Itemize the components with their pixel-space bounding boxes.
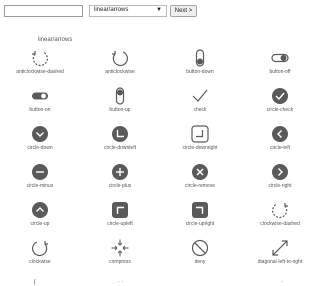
icon-tile-circle-remove[interactable]: circle-remove	[160, 162, 240, 189]
icon-label: circle-downright	[182, 145, 218, 151]
icon-tile-circle-upleft[interactable]: circle-upleft	[80, 200, 160, 227]
icon-tile-circle-downright[interactable]: circle-downright	[160, 124, 240, 151]
icon-set-select[interactable]: linear/arrows ▼	[89, 5, 167, 17]
icon-set-select-value: linear/arrows	[94, 7, 129, 13]
icon-tile-circle-plus[interactable]: circle-plus	[80, 162, 160, 189]
search-input[interactable]	[4, 5, 83, 17]
icon-tile-circle-upright[interactable]: circle-upright	[160, 200, 240, 227]
circle-upleft-icon	[112, 202, 128, 218]
icon-tile-deny[interactable]: deny	[160, 238, 240, 265]
compress-icon	[111, 239, 129, 257]
icon-tile-compress[interactable]: compress	[80, 238, 160, 265]
icon-tile-diagonal-left-to-right[interactable]: diagonal-left-to-right	[240, 238, 320, 265]
icon-label: circle-up	[30, 221, 50, 227]
icon-label: button-off	[269, 69, 291, 75]
chevron-down-icon: ▼	[156, 7, 162, 13]
partial-icon-top: · ·	[118, 279, 124, 285]
icon-label: diagonal-left-to-right	[257, 259, 303, 265]
circle-check-icon	[272, 88, 288, 104]
icon-tile-circle-left[interactable]: circle-left	[240, 124, 320, 151]
partial-icon-top: ·	[281, 279, 283, 285]
anticlockwise-dashed-icon	[32, 51, 48, 67]
button-up-icon	[115, 87, 125, 105]
circle-downright-icon	[191, 125, 209, 143]
clockwise-icon	[32, 241, 48, 257]
circle-plus-icon	[112, 164, 128, 180]
icon-label: clockwise-dashed	[260, 221, 300, 227]
icon-label: circle-downleft	[104, 145, 136, 151]
icon-label: button-down	[186, 69, 214, 75]
icon-tile-circle-check[interactable]: circle-check	[240, 86, 320, 113]
circle-right-icon	[272, 164, 288, 180]
icon-tile-button-up[interactable]: button-up	[80, 86, 160, 113]
icon-label: check	[193, 107, 207, 113]
icon-label: button-up	[109, 107, 131, 113]
icon-label: circle-left	[269, 145, 290, 151]
next-button[interactable]: Next >	[170, 5, 197, 17]
icon-tile-anticlockwise[interactable]: anticlockwise	[80, 48, 160, 75]
icon-label: circle-check	[266, 107, 294, 113]
anticlockwise-icon	[112, 51, 128, 67]
icon-label: compress	[109, 259, 131, 265]
button-off-icon	[271, 53, 289, 63]
icon-tile-circle-minus[interactable]: circle-minus	[0, 162, 80, 189]
icon-label: button-on	[29, 107, 51, 113]
icon-tile-anticlockwise-dashed[interactable]: anticlockwise-dashed	[0, 48, 80, 75]
icon-label: circle-remove	[184, 183, 215, 189]
icon-tile-circle-down[interactable]: circle-down	[0, 124, 80, 151]
check-icon	[192, 89, 208, 102]
deny-icon	[191, 239, 209, 257]
icon-label: circle-right	[268, 183, 292, 189]
circle-down-icon	[32, 126, 48, 142]
icon-tile-button-off[interactable]: button-off	[240, 48, 320, 75]
button-down-icon	[195, 49, 205, 67]
icon-tile-circle-downleft[interactable]: circle-downleft	[80, 124, 160, 151]
icon-tile-button-down[interactable]: button-down	[160, 48, 240, 75]
icon-tile-check[interactable]: check	[160, 86, 240, 113]
circle-up-icon	[32, 202, 48, 218]
circle-upright-icon	[192, 202, 208, 218]
circle-minus-icon	[32, 164, 48, 180]
button-on-icon	[32, 92, 48, 100]
icon-label: circle-plus	[108, 183, 132, 189]
icon-label: circle-upleft	[107, 221, 133, 227]
icon-label: circle-upright	[185, 221, 215, 227]
icon-label: deny	[194, 259, 206, 265]
icon-label: circle-minus	[26, 183, 54, 189]
clockwise-dashed-icon	[272, 203, 288, 219]
diagonal-left-to-right-icon	[272, 240, 288, 256]
icon-label: anticlockwise	[105, 69, 135, 75]
icon-label: anticlockwise-dashed	[16, 69, 64, 75]
icon-label: circle-down	[27, 145, 53, 151]
icon-tile-button-on[interactable]: button-on	[0, 86, 80, 113]
icon-label: clockwise	[29, 259, 51, 265]
partial-icon-top: ⌈	[34, 280, 37, 286]
circle-remove-icon	[192, 164, 208, 180]
icon-tile-clockwise[interactable]: clockwise	[0, 238, 80, 265]
circle-left-icon	[272, 126, 288, 142]
icon-tile-clockwise-dashed[interactable]: clockwise-dashed	[240, 200, 320, 227]
icon-tile-circle-right[interactable]: circle-right	[240, 162, 320, 189]
icon-tile-circle-up[interactable]: circle-up	[0, 200, 80, 227]
circle-downleft-icon	[112, 126, 128, 142]
section-title: linear/arrows	[38, 37, 73, 43]
